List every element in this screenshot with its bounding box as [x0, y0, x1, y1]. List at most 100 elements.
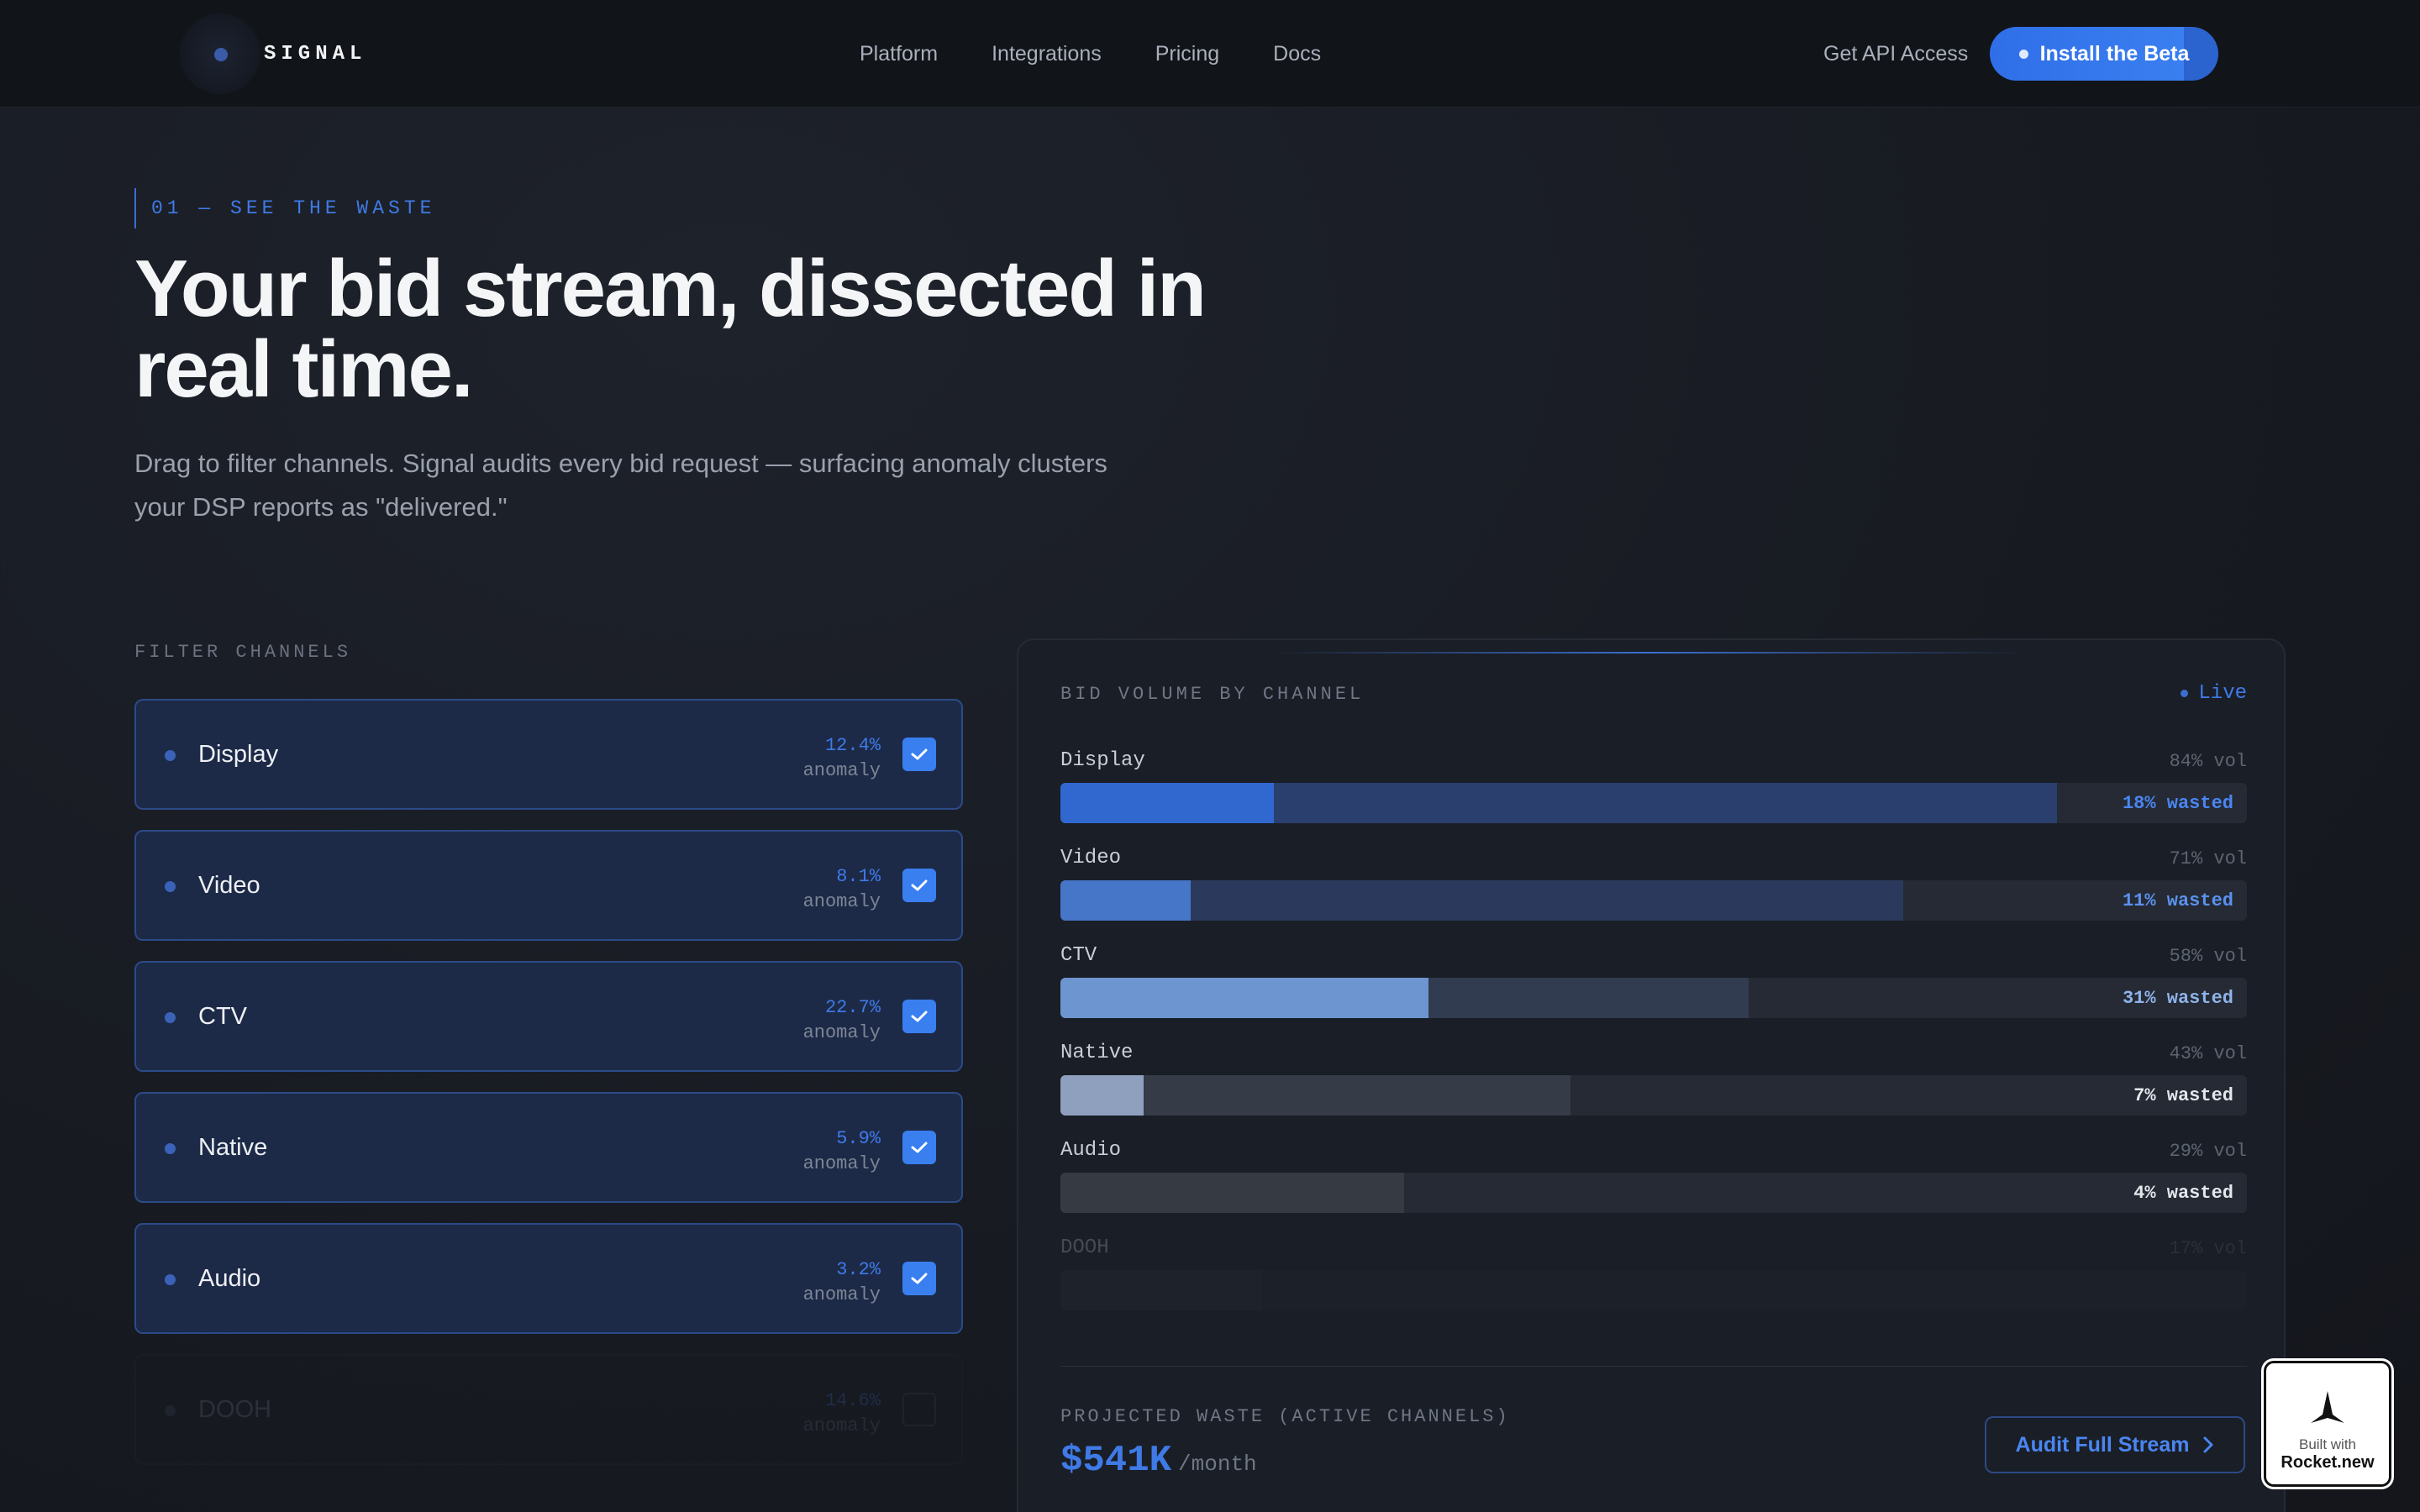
- bar-track: 7% wasted: [1060, 1075, 2247, 1116]
- logo-text: SIGNAL: [264, 42, 367, 66]
- channel-checkbox[interactable]: [902, 869, 936, 902]
- bar-wasted-label: 31% wasted: [2122, 987, 2233, 1009]
- channel-anomaly-rate: 14.6%: [824, 1390, 881, 1411]
- logo[interactable]: SIGNAL: [180, 12, 366, 96]
- channel-checkbox[interactable]: [902, 1262, 936, 1295]
- nav-link-integrations[interactable]: Integrations: [992, 42, 1102, 66]
- bar-volume-label: 84% vol: [2169, 751, 2247, 772]
- bar-volume-label: 71% vol: [2169, 848, 2247, 869]
- channel-card-audio[interactable]: Audio 3.2% anomaly: [134, 1223, 963, 1334]
- channel-dot-icon: [165, 1405, 176, 1416]
- bar-waste-fill: [1060, 783, 1274, 823]
- channel-anomaly-label: anomaly: [802, 1022, 881, 1043]
- bar-waste-fill: [1060, 880, 1191, 921]
- hero-title: Your bid stream, dissected in real time.: [134, 244, 1207, 414]
- bar-volume-label: 17% vol: [2169, 1238, 2247, 1259]
- bar-channel-name: CTV: [1060, 944, 1097, 967]
- channel-card-dooh[interactable]: DOOH 14.6% anomaly: [134, 1354, 963, 1465]
- install-beta-button[interactable]: Install the Beta: [1990, 27, 2218, 81]
- install-beta-label: Install the Beta: [2039, 41, 2190, 66]
- built-with-rocket-badge[interactable]: Built with Rocket.new: [2264, 1361, 2391, 1487]
- bar-volume-fill: [1060, 1270, 1262, 1310]
- bar-channel-name: Audio: [1060, 1139, 1122, 1162]
- channel-checkbox[interactable]: [902, 1131, 936, 1164]
- channel-dot-icon: [165, 1012, 176, 1023]
- nav-link-docs[interactable]: Docs: [1273, 42, 1321, 66]
- channel-dot-icon: [165, 1143, 176, 1154]
- panel-title: BID VOLUME BY CHANNEL: [1060, 684, 1365, 705]
- audit-full-stream-label: Audit Full Stream: [2015, 1432, 2190, 1457]
- hero-subtitle: Drag to filter channels. Signal audits e…: [134, 449, 1107, 522]
- channel-anomaly-label: anomaly: [802, 891, 881, 912]
- badge-line1: Built with: [2298, 1436, 2357, 1452]
- rocket-logo-icon: [2311, 1391, 2344, 1423]
- get-api-access-link[interactable]: Get API Access: [1823, 0, 1968, 108]
- bar-channel-name: Video: [1060, 847, 1122, 869]
- dot-icon: [2018, 49, 2028, 59]
- bar-waste-fill: [1060, 1173, 1107, 1213]
- logo-mark: [180, 13, 260, 94]
- badge-line2: Rocket.new: [2281, 1453, 2375, 1472]
- bar-wasted-label: 4% wasted: [2133, 1182, 2233, 1204]
- channel-name: DOOH: [198, 1395, 271, 1423]
- nav-links: Platform Integrations Pricing Docs: [860, 0, 1321, 108]
- check-icon: [911, 879, 928, 891]
- channel-checkbox[interactable]: [902, 1000, 936, 1033]
- channel-dot-icon: [165, 881, 176, 892]
- bar-channel-name: Native: [1060, 1042, 1134, 1064]
- channel-card-native[interactable]: Native 5.9% anomaly: [134, 1092, 963, 1203]
- bar-volume-label: 43% vol: [2169, 1043, 2247, 1064]
- bar-row-audio: Audio 29% vol 4% wasted: [1060, 1139, 2247, 1231]
- top-nav: SIGNAL Platform Integrations Pricing Doc…: [0, 0, 2420, 108]
- divider: [1060, 1366, 2247, 1367]
- bar-row-native: Native 43% vol 7% wasted: [1060, 1042, 2247, 1134]
- bar-track: 4% wasted: [1060, 1173, 2247, 1213]
- bar-wasted-label: 7% wasted: [2133, 1084, 2233, 1106]
- logo-dot-icon: [214, 48, 228, 61]
- live-indicator: Live: [2181, 682, 2247, 705]
- bar-volume-fill: [1060, 1173, 1404, 1213]
- check-icon: [911, 748, 928, 760]
- nav-link-pricing[interactable]: Pricing: [1155, 42, 1219, 66]
- channel-name: Audio: [198, 1264, 261, 1292]
- channel-name: Display: [198, 740, 279, 768]
- bar-wasted-label: 18% wasted: [2122, 792, 2233, 814]
- projected-waste-value: $541K /month: [1060, 1440, 1257, 1482]
- channel-dot-icon: [165, 1274, 176, 1285]
- channel-anomaly-label: anomaly: [802, 1153, 881, 1174]
- bar-track: 31% wasted: [1060, 978, 2247, 1018]
- nav-link-platform[interactable]: Platform: [860, 42, 938, 66]
- bar-channel-name: DOOH: [1060, 1236, 1109, 1259]
- bar-row-dooh: DOOH 17% vol: [1060, 1236, 2247, 1329]
- bar-waste-fill: [1060, 1075, 1144, 1116]
- channel-checkbox[interactable]: [902, 738, 936, 771]
- channel-anomaly-label: anomaly: [802, 1415, 881, 1436]
- channel-name: Video: [198, 871, 260, 899]
- channel-anomaly-rate: 22.7%: [824, 997, 881, 1018]
- check-icon: [911, 1273, 928, 1284]
- channel-card-display[interactable]: Display 12.4% anomaly: [134, 699, 963, 810]
- channel-card-video[interactable]: Video 8.1% anomaly: [134, 830, 963, 941]
- bar-row-ctv: CTV 58% vol 31% wasted: [1060, 944, 2247, 1037]
- channel-anomaly-rate: 12.4%: [824, 735, 881, 756]
- bid-volume-panel: BID VOLUME BY CHANNEL Live Display 84% vo…: [1017, 638, 2286, 1512]
- channel-card-ctv[interactable]: CTV 22.7% anomaly: [134, 961, 963, 1072]
- section-eyebrow: 01 — SEE THE WASTE: [134, 188, 435, 228]
- channel-name: Native: [198, 1133, 268, 1161]
- bar-waste-fill: [1060, 978, 1428, 1018]
- projected-waste-amount: $541K: [1060, 1440, 1172, 1482]
- audit-full-stream-button[interactable]: Audit Full Stream: [1985, 1416, 2245, 1473]
- panel-glow: [1270, 652, 2027, 654]
- check-icon: [911, 1011, 928, 1022]
- live-dot-icon: [2181, 690, 2189, 697]
- bar-row-display: Display 84% vol 18% wasted: [1060, 749, 2247, 842]
- channel-anomaly-rate: 3.2%: [836, 1259, 881, 1280]
- bar-wasted-label: 11% wasted: [2122, 890, 2233, 911]
- filter-channels-label: FILTER CHANNELS: [134, 642, 352, 663]
- bar-track: 11% wasted: [1060, 880, 2247, 921]
- channel-anomaly-label: anomaly: [802, 1284, 881, 1305]
- channel-anomaly-rate: 5.9%: [836, 1128, 881, 1149]
- live-label: Live: [2198, 682, 2247, 705]
- channel-checkbox[interactable]: [902, 1393, 936, 1426]
- check-icon: [911, 1142, 928, 1153]
